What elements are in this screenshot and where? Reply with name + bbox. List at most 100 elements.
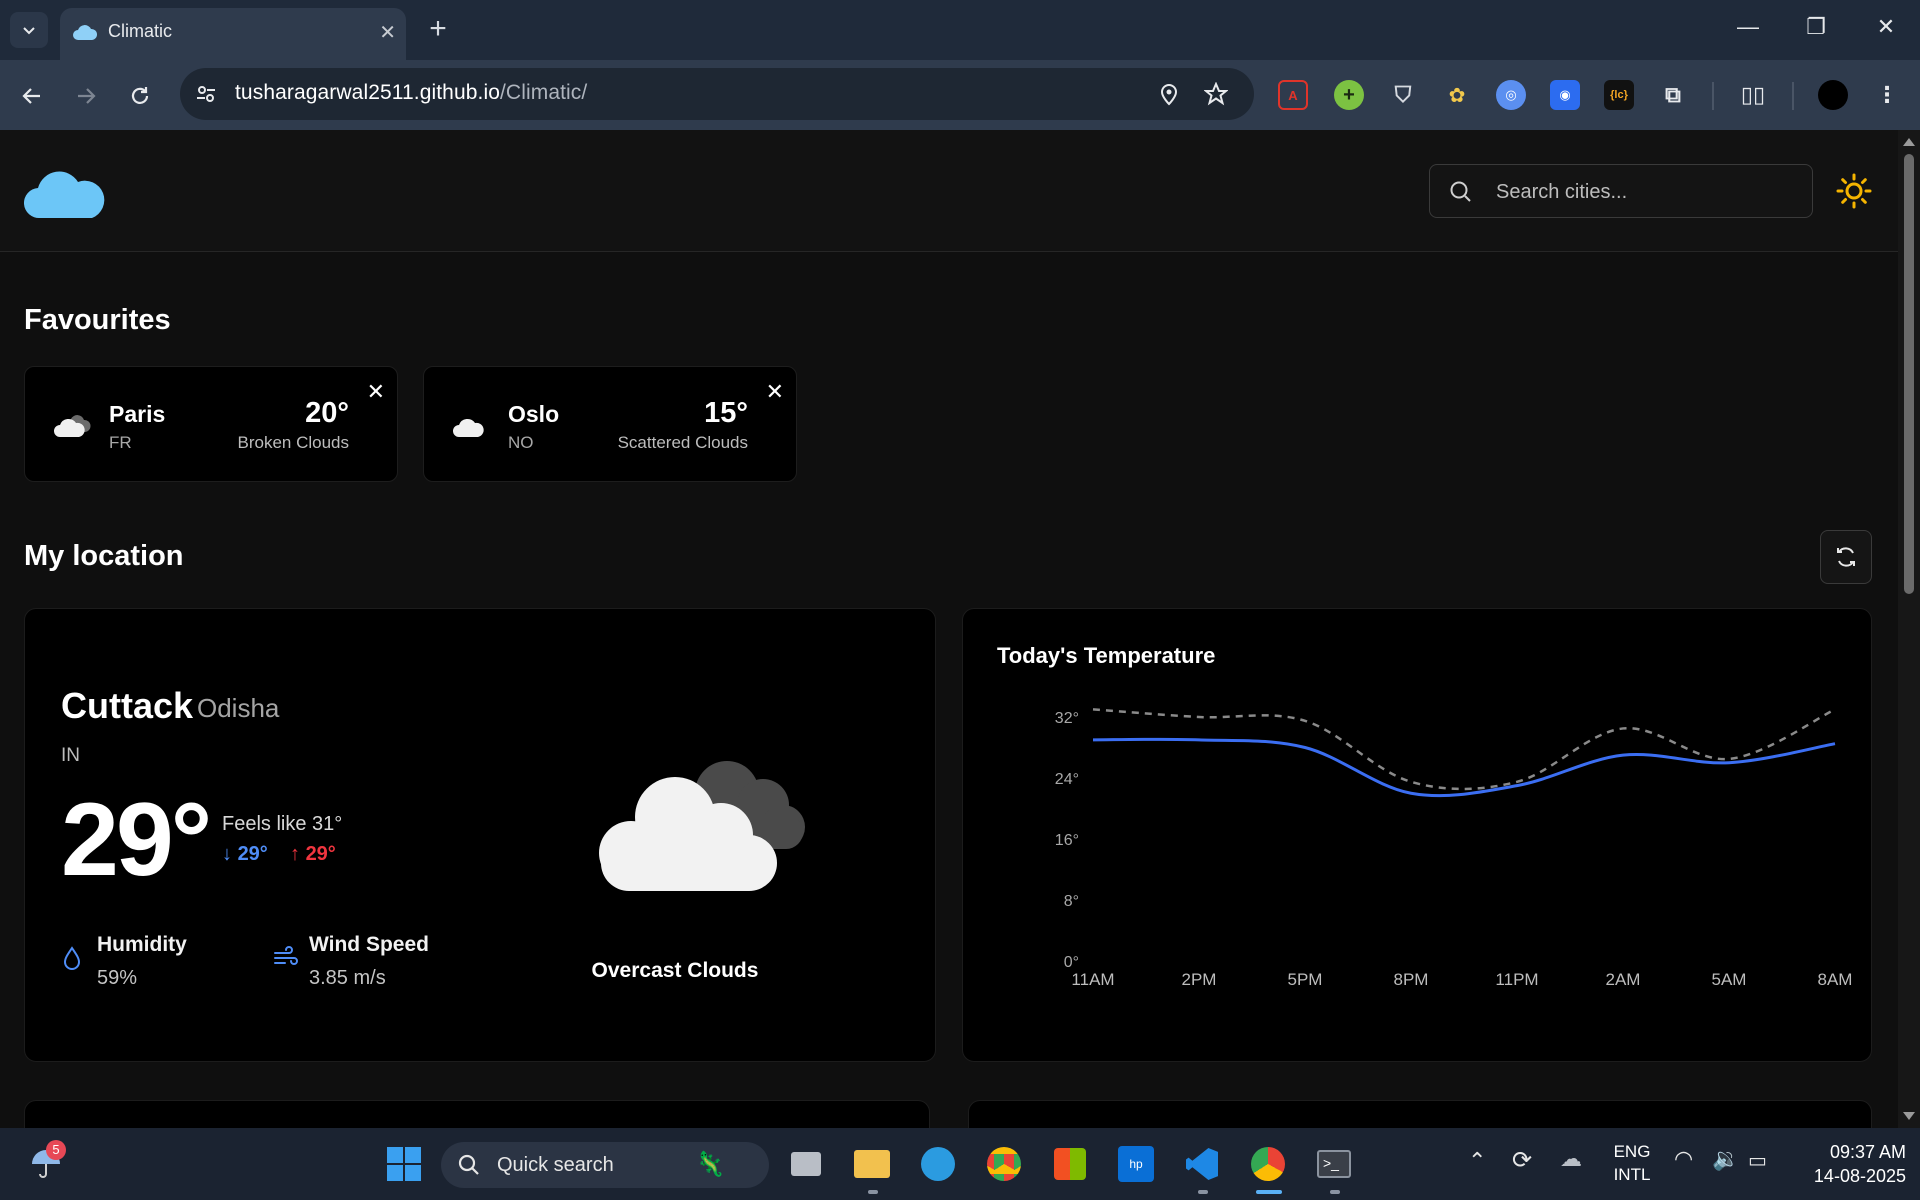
plus-extension-icon[interactable]: + — [1334, 80, 1364, 110]
favourite-country: FR — [109, 433, 132, 452]
active-indicator — [1256, 1190, 1282, 1194]
weather-badge: 5 — [46, 1140, 66, 1160]
x-tick-label: 8AM — [1818, 970, 1853, 989]
favourite-card-oslo[interactable]: Oslo NO 15° Scattered Clouds ✕ — [423, 366, 797, 482]
location-pin-icon[interactable] — [1158, 82, 1180, 106]
temperature-line-chart: 32° 24° 16° 8° 0°11AM 2PM 5PM 8PM 11PM 2AM 5AM 8AM — [1055, 708, 1853, 989]
onedrive-cloud-icon[interactable]: ☁ — [1560, 1146, 1582, 1172]
cloud-logo-icon[interactable] — [24, 164, 108, 220]
search-box[interactable]: Search cities... — [1429, 164, 1813, 218]
scroll-up-arrow-icon[interactable] — [1903, 138, 1915, 146]
search-icon — [1450, 181, 1471, 202]
edge-app[interactable] — [916, 1142, 960, 1186]
scroll-thumb[interactable] — [1904, 154, 1914, 594]
vscode-app[interactable] — [1180, 1142, 1224, 1186]
wifi-icon[interactable]: ◠ — [1674, 1146, 1693, 1172]
reading-mode-icon[interactable]: ▯▯ — [1738, 80, 1768, 110]
toolbar-divider — [1712, 82, 1714, 110]
bookmark-star-icon[interactable] — [1204, 82, 1228, 106]
favourite-temp: 20° — [305, 397, 349, 429]
volume-icon[interactable]: 🔉 — [1712, 1146, 1739, 1172]
screen-capture-extension-icon[interactable]: ◉ — [1550, 80, 1580, 110]
file-explorer-app[interactable] — [850, 1142, 894, 1186]
pdf-extension-icon[interactable]: A — [1278, 80, 1308, 110]
swirl-extension-icon[interactable]: ◎ — [1496, 80, 1526, 110]
weather-widget[interactable]: 5 — [24, 1140, 68, 1186]
battery-icon[interactable]: ▭ — [1748, 1148, 1767, 1173]
series-line-solid — [1092, 737, 1836, 798]
condition-text: Overcast Clouds — [591, 959, 759, 982]
lizard-illustration-icon: 🦎 — [695, 1151, 725, 1178]
url-text[interactable]: tusharagarwal2511.github.io/Climatic/ — [235, 81, 587, 105]
overcast-clouds-icon — [599, 761, 805, 891]
task-view-button[interactable] — [784, 1142, 828, 1186]
chrome-app[interactable] — [982, 1142, 1026, 1186]
minimize-button[interactable]: — — [1728, 14, 1768, 46]
restore-button[interactable]: ❐ — [1796, 14, 1836, 46]
temp-max: ↑ 29° — [290, 843, 336, 866]
sun-theme-toggle-icon[interactable] — [1836, 173, 1872, 209]
terminal-app[interactable]: >_ — [1312, 1142, 1356, 1186]
windows-taskbar: 5 Quick search 🦎 hp >_ ⌃ ⟳ ☁ ENG INTL ◠ 🔉… — [0, 1128, 1920, 1200]
forward-button[interactable] — [68, 78, 104, 114]
y-tick-label: 8° — [1064, 893, 1079, 910]
chevron-down-icon — [23, 27, 35, 35]
taskbar-search[interactable]: Quick search 🦎 — [441, 1142, 769, 1188]
temp-min-value: 29° — [237, 843, 268, 865]
location-city: Cuttack — [61, 685, 194, 726]
y-tick-label: 32° — [1055, 710, 1079, 727]
arrow-up-icon: ↑ — [290, 843, 306, 865]
temp-max-value: 29° — [305, 843, 336, 865]
toolbar-divider — [1792, 82, 1794, 110]
folder-icon — [854, 1150, 890, 1178]
humidity-droplet-icon — [63, 946, 81, 970]
x-tick-label: 2AM — [1606, 970, 1641, 989]
x-tick-label: 2PM — [1182, 970, 1217, 989]
y-tick-label: 24° — [1055, 771, 1079, 788]
clock[interactable]: 09:37 AM 14-08-2025 — [1786, 1140, 1906, 1188]
site-info-icon[interactable] — [194, 82, 218, 106]
profile-avatar[interactable] — [1818, 80, 1848, 110]
x-tick-label: 5AM — [1712, 970, 1747, 989]
url-path: /Climatic/ — [500, 81, 588, 104]
cloud-favicon-icon — [73, 25, 98, 40]
shield-extension-icon[interactable]: ⛉ — [1388, 80, 1418, 110]
tab-close-icon[interactable]: ✕ — [379, 20, 396, 45]
tab-list-button[interactable] — [10, 12, 48, 48]
search-input[interactable]: Search cities... — [1496, 181, 1627, 204]
start-button[interactable] — [382, 1142, 426, 1186]
running-indicator — [868, 1190, 878, 1194]
input-language[interactable]: ENG INTL — [1604, 1140, 1660, 1186]
remove-favourite-close-icon[interactable]: ✕ — [766, 379, 784, 405]
lower-card-left — [24, 1100, 930, 1128]
store-app[interactable] — [1048, 1142, 1092, 1186]
page-scrollbar[interactable] — [1898, 130, 1920, 1128]
refresh-location-button[interactable] — [1820, 530, 1872, 584]
favourite-country: NO — [508, 433, 534, 452]
reload-button[interactable] — [122, 78, 158, 114]
more-menu-icon[interactable]: ⋮ — [1872, 80, 1902, 110]
cat-extension-icon[interactable]: ✿ — [1442, 80, 1472, 110]
code-extension-icon[interactable]: {lc} — [1604, 80, 1634, 110]
puzzle-extensions-icon[interactable]: ⧉ — [1658, 80, 1688, 110]
browser-tab-active[interactable]: Climatic ✕ — [60, 8, 406, 60]
scattered-clouds-icon — [453, 418, 484, 437]
address-bar[interactable]: tusharagarwal2511.github.io/Climatic/ — [180, 68, 1254, 120]
sync-icon[interactable]: ⟳ — [1512, 1146, 1532, 1175]
remove-favourite-close-icon[interactable]: ✕ — [367, 379, 385, 405]
scroll-down-arrow-icon[interactable] — [1903, 1112, 1915, 1120]
myhp-app[interactable]: hp — [1114, 1142, 1158, 1186]
chrome-icon — [1251, 1147, 1285, 1181]
favourite-card-paris[interactable]: Paris FR 20° Broken Clouds ✕ — [24, 366, 398, 482]
chrome-profile-app[interactable] — [1246, 1142, 1290, 1186]
new-tab-button[interactable]: + — [422, 12, 454, 48]
close-window-button[interactable]: ✕ — [1866, 14, 1906, 46]
humidity-value: 59% — [97, 967, 138, 989]
back-button[interactable] — [14, 78, 50, 114]
show-hidden-icons-chevron-icon[interactable]: ⌃ — [1468, 1148, 1486, 1174]
vscode-icon — [1186, 1148, 1218, 1180]
humidity-label: Humidity — [97, 933, 187, 956]
wind-icon — [274, 946, 298, 965]
myhp-icon: hp — [1118, 1146, 1154, 1182]
favourite-desc: Broken Clouds — [237, 433, 349, 452]
